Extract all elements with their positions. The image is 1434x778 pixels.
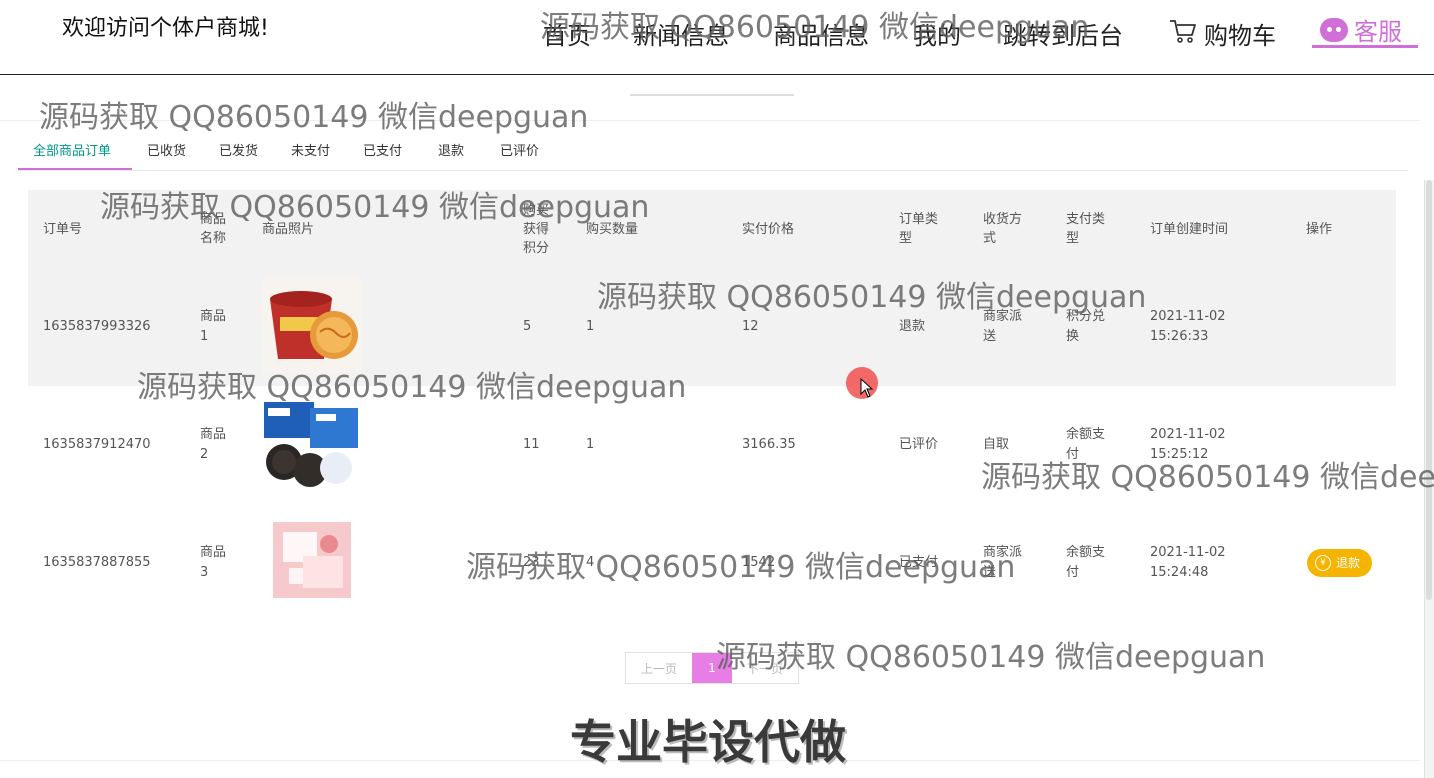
quantity: 1 [586,437,595,452]
col-price: 实付价格 [742,221,795,237]
created-clock: 15:24:48 [1150,565,1209,580]
order-type: 已评价 [899,437,939,452]
table-row: 1635837912470 商品2 11 1 3166.35 已评价 自取 余额… [28,386,1396,504]
table-row: 1635837887855 商品3 23 4 1542 已支付 商家派送 余额支… [28,504,1396,622]
cart-label: 购物车 [1204,22,1276,50]
created-time: 2021-11-02 15:24:48 [1150,504,1226,622]
delivery-method: 自取 [983,437,1010,452]
mouse-cursor-icon [860,377,874,402]
tab-reviewed[interactable]: 已评价 [500,140,539,159]
order-type: 已支付 [899,555,939,570]
next-page-button[interactable]: 下一页 [732,653,798,683]
pagination: 上一页 1 下一页 [625,652,799,684]
quantity: 4 [586,555,595,570]
col-delivery: 收货方式 [983,212,1023,246]
product-name: 商品3 [200,545,227,580]
watermark: 源码获取 QQ86050149 微信deepguan [39,100,589,135]
col-points: 购买获得积分 [523,202,550,256]
price: 3166.35 [742,437,796,452]
order-number: 1635837993326 [43,319,151,334]
order-number: 1635837887855 [43,555,151,570]
col-created: 订单创建时间 [1150,221,1229,237]
quantity: 1 [586,319,595,334]
table-row: 1635837993326 商品1 5 1 12 退款 商家派送 积分兑换 20… [28,268,1396,386]
col-photo: 商品照片 [262,221,315,237]
pay-type: 余额支付 [1066,545,1106,580]
chat-icon [1320,17,1348,42]
delivery-method: 商家派送 [983,545,1023,580]
nav-admin[interactable]: 跳转到后台 [1003,16,1123,51]
col-qty: 购买数量 [586,221,639,237]
cart-link[interactable]: 购物车 [1168,16,1276,51]
nav-products[interactable]: 商品信息 [773,16,869,51]
nav-news[interactable]: 新闻信息 [633,16,729,51]
action-cell: ¥ 退款 [1307,504,1373,622]
tab-refund[interactable]: 退款 [438,140,464,159]
tab-unpaid[interactable]: 未支付 [291,140,330,159]
noodle-cup-image [262,277,362,377]
site-header: 欢迎访问个体户商城! 首页 新闻信息 商品信息 我的 跳转到后台 购物车 客服 [0,0,1434,75]
pay-type: 余额支付 [1066,427,1106,462]
order-number: 1635837912470 [43,437,151,452]
points: 23 [523,555,540,570]
scrollbar-thumb[interactable] [1426,180,1432,600]
refund-button[interactable]: ¥ 退款 [1307,549,1373,577]
created-time: 2021-11-02 15:26:33 [1150,268,1226,386]
promo-banner-text: 专业毕设代做 [570,715,846,769]
order-tabs: 全部商品订单 已收货 已发货 未支付 已支付 退款 已评价 [18,132,1408,171]
tab-all-orders[interactable]: 全部商品订单 [33,140,111,159]
created-clock: 15:25:12 [1150,447,1209,462]
created-date: 2021-11-02 [1150,309,1226,324]
col-order-no: 订单号 [43,221,83,237]
tab-received[interactable]: 已收货 [147,140,186,159]
divider [0,120,1420,121]
points: 5 [523,319,532,334]
delivery-method: 商家派送 [983,309,1023,344]
yen-icon: ¥ [1315,555,1331,571]
nav-home[interactable]: 首页 [543,16,591,51]
divider [630,94,794,96]
customer-service-label: 客服 [1354,18,1402,46]
points: 11 [523,437,540,452]
created-date: 2021-11-02 [1150,427,1226,442]
table-header: 订单号 商品名称 商品照片 购买获得积分 购买数量 实付价格 订单类型 收货方式… [28,190,1396,268]
nav-mine[interactable]: 我的 [913,16,961,51]
active-tab-indicator [18,168,132,170]
pay-type: 积分兑换 [1066,309,1106,344]
created-time: 2021-11-02 15:25:12 [1150,386,1226,504]
created-clock: 15:26:33 [1150,329,1209,344]
snack-image [273,522,351,602]
order-type: 退款 [899,319,926,334]
price: 1542 [742,555,776,570]
product-name: 商品2 [200,427,227,462]
col-order-type: 订单类型 [899,212,939,246]
cart-icon [1168,17,1198,51]
tab-paid[interactable]: 已支付 [363,140,402,159]
col-action: 操作 [1306,221,1333,237]
prev-page-button[interactable]: 上一页 [626,653,692,683]
product-name: 商品1 [200,309,227,344]
cookies-image [262,396,362,496]
orders-table: 订单号 商品名称 商品照片 购买获得积分 购买数量 实付价格 订单类型 收货方式… [28,190,1396,622]
created-date: 2021-11-02 [1150,545,1226,560]
refund-label: 退款 [1336,556,1361,570]
price: 12 [742,319,759,334]
col-product-name: 商品名称 [200,212,227,246]
customer-service-link[interactable]: 客服 [1312,14,1418,48]
tab-shipped[interactable]: 已发货 [219,140,258,159]
page-1-button[interactable]: 1 [692,653,732,683]
col-pay-type: 支付类型 [1066,212,1106,246]
